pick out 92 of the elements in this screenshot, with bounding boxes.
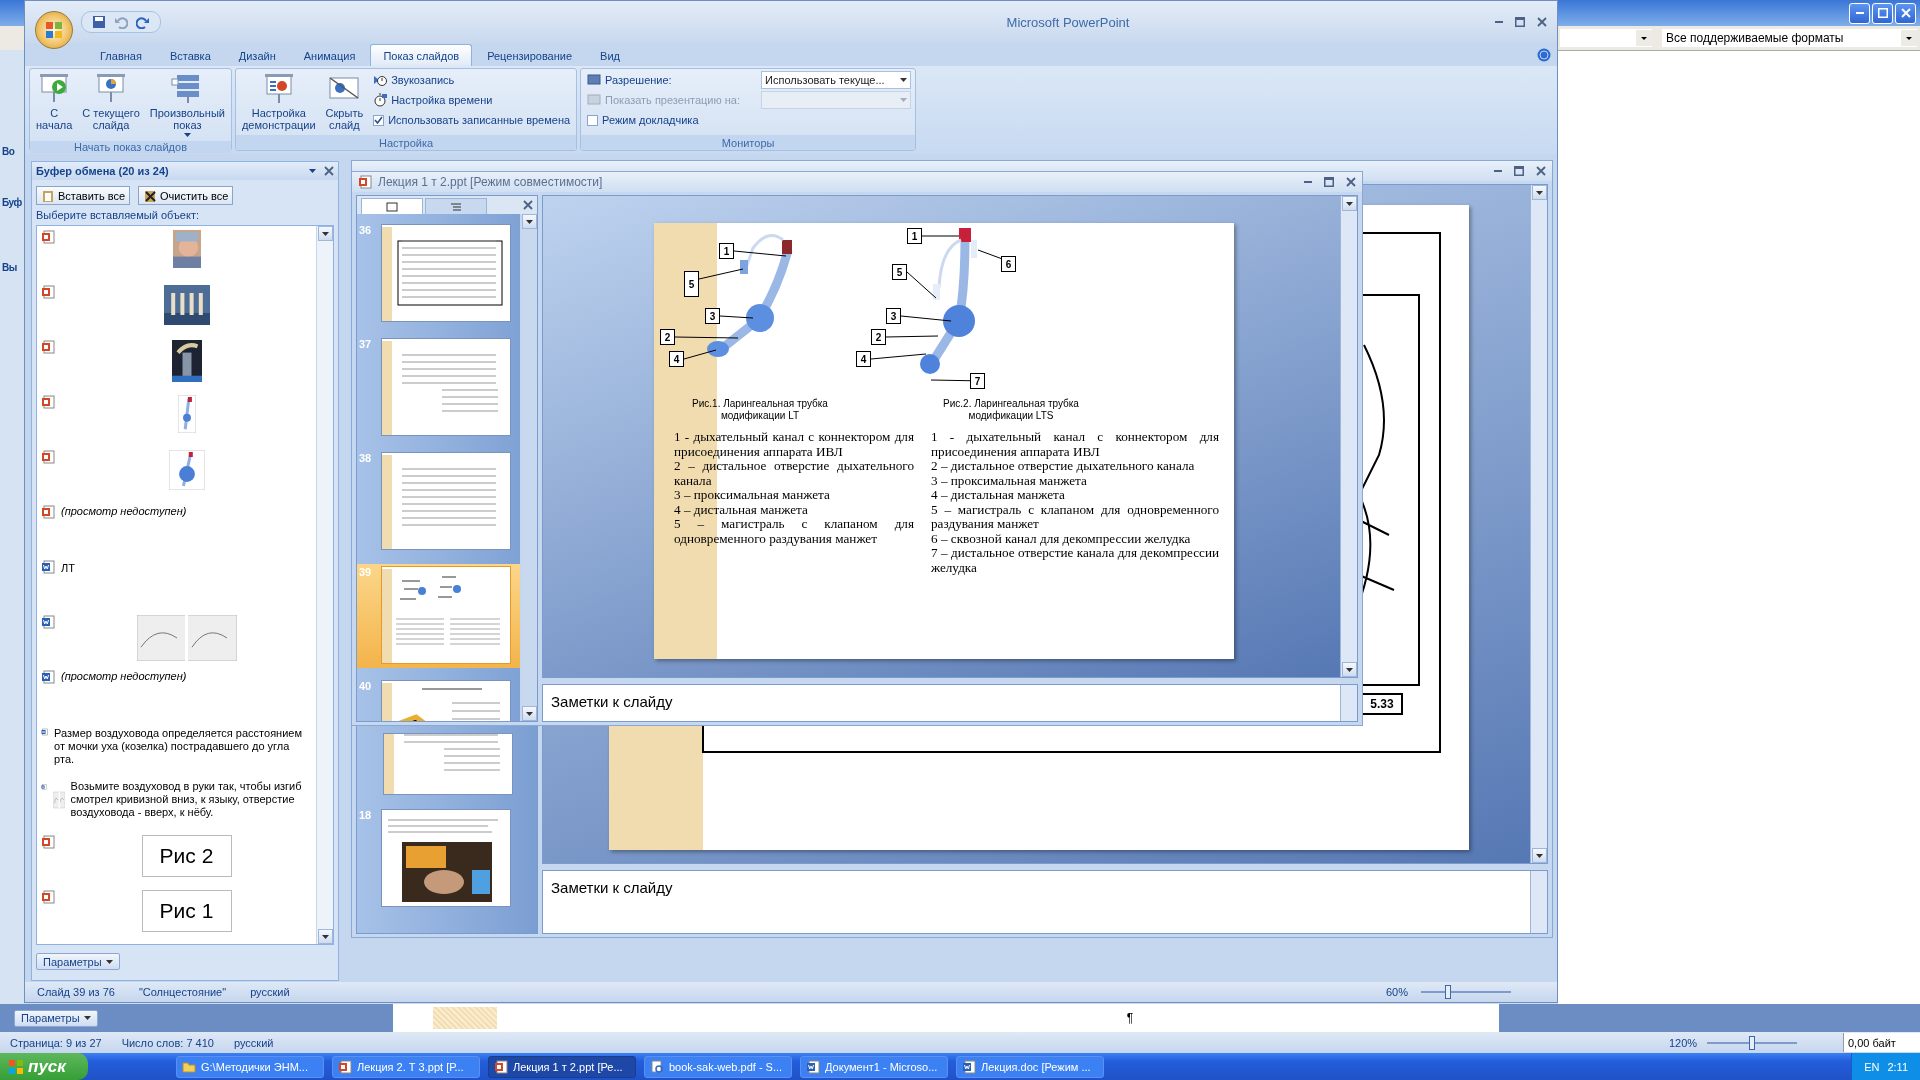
pane-title: Буфер обмена (20 из 24) <box>36 165 169 177</box>
slide-number: 37 <box>359 338 373 350</box>
callout-label: 2 <box>660 329 675 345</box>
legend-item: 1 - дыхательный канал с коннектором для присоединения аппарата ИВЛ <box>674 430 914 459</box>
callout-label: 1 <box>719 243 734 259</box>
slide-number: 18 <box>359 809 373 821</box>
figure-caption: Рис.1. Ларингеальная трубка модификации LT <box>691 398 829 422</box>
zoom-level: 60% <box>1385 986 1409 998</box>
status-text: "Солнцестояние" <box>137 986 228 998</box>
figure-caption: Рис.2. Ларингеальная трубка модификации LTS <box>942 398 1080 422</box>
file-size: 0,00 байт <box>1843 1033 1920 1052</box>
pane-button[interactable]: Вставить все <box>36 186 131 205</box>
ribbon-button[interactable]: С начала <box>34 71 75 133</box>
ribbon-tab[interactable]: Показ слайдов <box>370 44 473 66</box>
pane-button[interactable]: Очистить все <box>138 186 234 205</box>
window-title: Microsoft PowerPoint <box>1005 14 1130 30</box>
taskbar-button[interactable]: G:\Методички ЭНМ... <box>176 1055 324 1078</box>
taskbar-button[interactable]: Документ1 - Microso... <box>800 1055 948 1078</box>
status-text: Слайд 39 из 76 <box>36 986 116 998</box>
callout-label: 6 <box>1001 256 1016 272</box>
clipboard-text: ЛТ <box>61 562 75 575</box>
group-label: Начать показ слайдов <box>30 141 231 153</box>
cut-label: Вы <box>1 262 17 273</box>
pane-prompt: Выберите вставляемый объект: <box>35 208 200 223</box>
slide-number: 36 <box>359 224 373 236</box>
caption-preview: Рис 2 <box>141 835 232 877</box>
taskbar-button[interactable]: Лекция 2. Т 3.ppt [Р... <box>332 1055 480 1078</box>
callout-label: 4 <box>669 351 684 367</box>
ribbon-button[interactable]: Настройка времени <box>371 91 573 109</box>
group-label: Настройка <box>235 135 577 150</box>
legend-item: 1 - дыхательный канал с коннектором для присоединения аппарата ИВЛ <box>931 430 1219 459</box>
ribbon-tab[interactable]: Вставка <box>156 44 224 66</box>
ribbon-tab[interactable]: Анимация <box>290 44 369 66</box>
callout-label: 7 <box>970 373 985 389</box>
callout-label: 3 <box>886 308 901 324</box>
legend-item: 5 – магистраль с клапаном для одновременного раздувания манжет <box>674 517 914 546</box>
legend-item: 7 – дистальное отверстие канала для декомпрессии желудка <box>931 546 1219 575</box>
slide-number: 39 <box>359 566 373 578</box>
ribbon-button[interactable]: Скрыть слайд <box>323 71 366 133</box>
clipboard-text: Возьмите воздуховод в руки так, чтобы изгиб смотрел кривизной вниз, к языку, отверстие воздуховода - вверх, к нёбу. <box>70 780 303 819</box>
status-text: русский <box>249 986 291 998</box>
callout-label: 1 <box>907 228 922 244</box>
legend-item: 3 – проксимальная манжета <box>674 488 831 503</box>
taskbar-button[interactable]: Лекция 1 т 2.ppt [Ре... <box>488 1055 636 1078</box>
legend-item: 4 – дистальная манжета <box>674 502 809 517</box>
window-title: Лекция 1 т 2.ppt [Режим совместимости] <box>378 175 603 189</box>
status-text: Число слов: 7 410 <box>120 1036 215 1049</box>
callout-label: 2 <box>871 329 886 345</box>
notes-area[interactable]: Заметки к слайду <box>542 684 1358 722</box>
taskbar-button[interactable]: book-sak-web.pdf - S... <box>644 1055 792 1078</box>
ribbon-tab[interactable]: Рецензирование <box>474 44 586 66</box>
figure-number: 5.33 <box>1361 693 1403 715</box>
options-button[interactable]: Параметры <box>36 953 120 970</box>
legend-item: 4 – дистальная манжета <box>931 488 1066 503</box>
legend-item: 5 – магистраль с клапаном для одновременного раздувания манжет <box>931 502 1219 532</box>
callout-label: 3 <box>705 308 720 324</box>
ribbon-button[interactable]: Звукозапись <box>371 71 573 89</box>
options-button[interactable]: Параметры <box>14 1009 98 1027</box>
callout-label: 5 <box>684 271 699 297</box>
ribbon-tab[interactable]: Вид <box>587 44 633 66</box>
caption-preview: Рис 1 <box>141 890 232 932</box>
clock: 2:11 <box>1887 1060 1908 1073</box>
group-label: Мониторы <box>581 135 916 150</box>
cut-label: Буф <box>1 197 22 208</box>
slide-number: 38 <box>359 452 373 464</box>
ribbon-button[interactable]: С текущего слайда <box>80 71 142 133</box>
ribbon-tab[interactable]: Дизайн <box>225 44 289 66</box>
slide-number: 40 <box>359 680 373 692</box>
checkbox-label: Использовать записанные времена <box>388 114 571 126</box>
status-text: Страница: 9 из 27 <box>9 1036 103 1049</box>
notes-area[interactable]: Заметки к слайду <box>542 870 1548 934</box>
paragraph-mark: ¶ <box>1126 1011 1134 1025</box>
legend-item: 2 – дистальное отверстие дыхательного канала <box>931 459 1196 474</box>
callout-label: 5 <box>892 264 907 280</box>
checkbox-label: Режим докладчика <box>602 114 699 126</box>
ribbon-button[interactable]: Произвольный показ <box>147 71 227 139</box>
zoom-level: 120% <box>1667 1036 1699 1049</box>
legend-item: 2 – дистальное отверстие дыхательного канала <box>674 459 914 488</box>
field-label[interactable]: Разрешение: <box>585 71 756 89</box>
clipboard-note: (просмотр недоступен) <box>61 670 187 683</box>
legend-item: 6 – сквозной канал для декомпрессии желудка <box>931 531 1192 546</box>
clipboard-note: (просмотр недоступен) <box>61 505 187 518</box>
status-text: русский <box>232 1036 275 1049</box>
callout-label: 4 <box>856 351 871 367</box>
file-type-dropdown[interactable]: Все поддерживаемые форматы <box>1662 29 1917 47</box>
ribbon-button[interactable]: Настройка демонстрации <box>239 71 318 133</box>
ribbon-tab[interactable]: Главная <box>87 44 155 66</box>
clipboard-text: Размер воздуховода определяется расстоянием от мочки уха (козелка) пострадавшего до угла рта. <box>54 727 303 766</box>
legend-item: 3 – проксимальная манжета <box>931 473 1087 488</box>
taskbar-button[interactable]: Лекция.doc [Режим ... <box>956 1055 1104 1078</box>
dropdown-field[interactable]: Использовать текуще... <box>761 71 912 89</box>
cut-label: Во <box>1 146 15 157</box>
